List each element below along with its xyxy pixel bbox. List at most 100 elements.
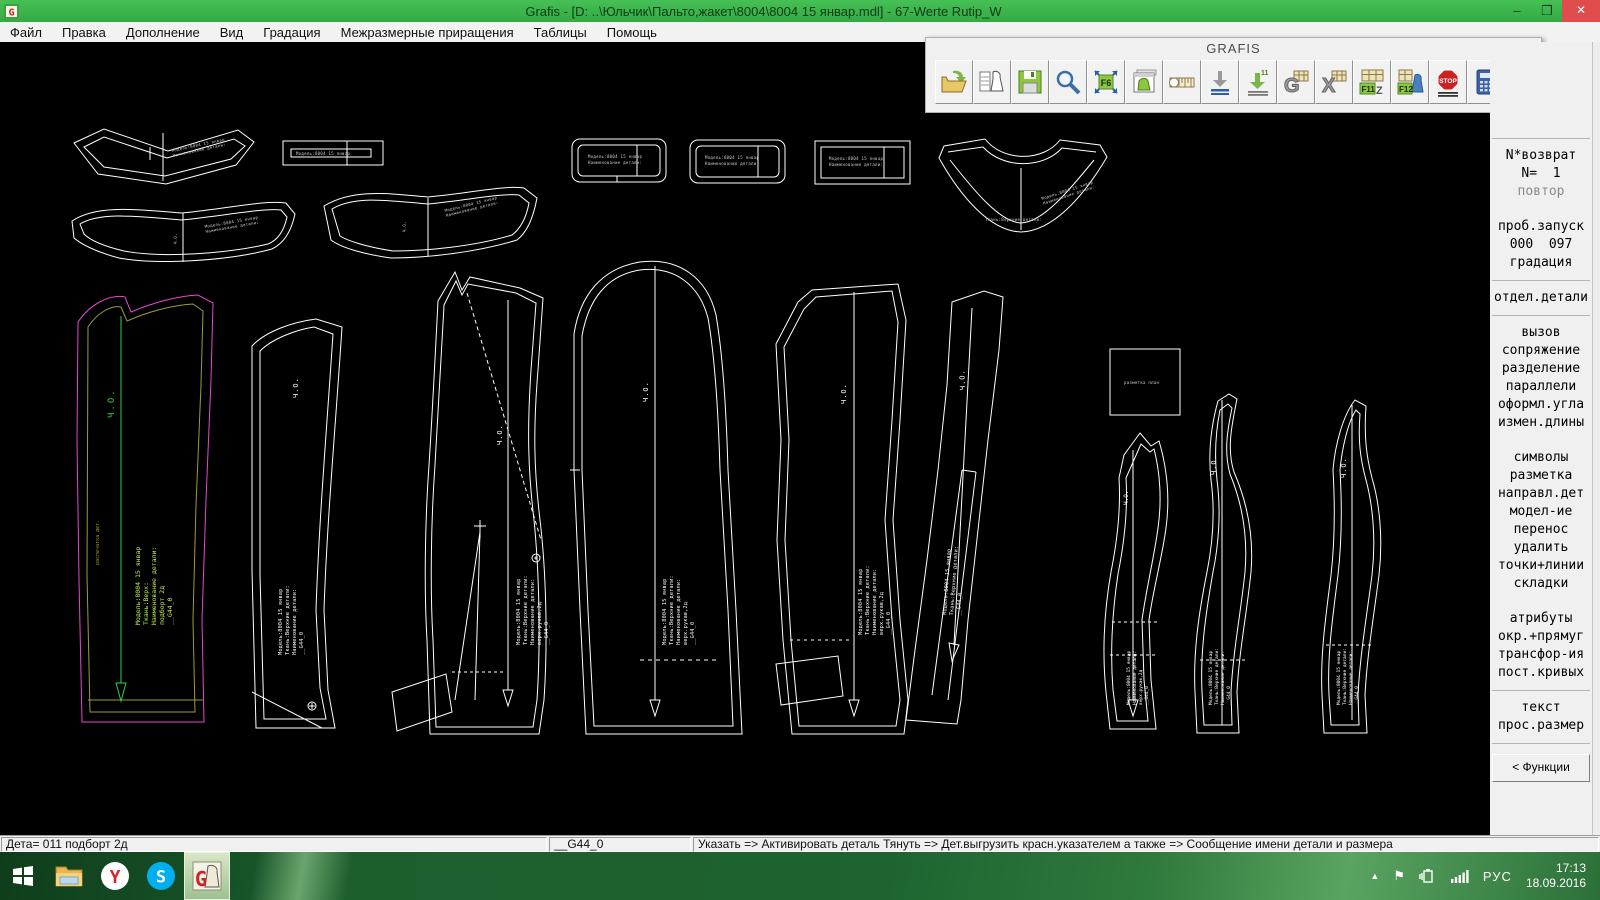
- sidebar-item-parallels[interactable]: параллели: [1490, 378, 1592, 396]
- taskbar-skype-button[interactable]: S: [138, 852, 184, 900]
- menu-intersize[interactable]: Межразмерные приращения: [331, 25, 524, 40]
- svg-text:__G44_0: __G44_0: [1354, 686, 1360, 705]
- pattern-canvas[interactable]: Модель:8004 15 январ Наименование детали…: [0, 42, 1490, 835]
- svg-text:__G44_0: __G44_0: [1144, 686, 1150, 705]
- skype-icon: S: [147, 862, 175, 890]
- zoom-button[interactable]: [1049, 60, 1087, 104]
- sidebar-item-return[interactable]: N*возврат: [1490, 147, 1592, 165]
- clock[interactable]: 17:13 18.09.2016: [1526, 861, 1586, 891]
- f6-fit-button[interactable]: F6: [1087, 60, 1125, 104]
- svg-text:F12: F12: [1399, 85, 1413, 94]
- pattern-piece-waistband-left[interactable]: Модель:8004 15 январ Наименование детали…: [71, 201, 296, 262]
- pattern-piece-note-square[interactable]: разметка план: [1109, 348, 1181, 416]
- open-button[interactable]: [935, 60, 973, 104]
- svg-text:Модель:8004 15 январ: Модель:8004 15 январ: [134, 547, 142, 625]
- sidebar-item-repeat[interactable]: повтор: [1490, 183, 1592, 201]
- svg-text:верх.рукав,2д: верх.рукав,2д: [879, 592, 885, 635]
- sidebar-scrollbar[interactable]: [1592, 42, 1600, 835]
- menu-addon[interactable]: Дополнение: [116, 25, 210, 40]
- g-table-button[interactable]: G: [1277, 60, 1315, 104]
- language-indicator[interactable]: РУС: [1483, 869, 1512, 884]
- save-button[interactable]: [1011, 60, 1049, 104]
- pattern-piece-side-panel-3[interactable]: Ч.О. Модель:8004 15 январ Ткань:Верхние …: [1194, 393, 1253, 734]
- sidebar-item-curve-construction[interactable]: пост.кривых: [1490, 664, 1592, 682]
- f12-piece-icon: F12: [1397, 69, 1424, 95]
- start-button[interactable]: [0, 852, 46, 900]
- sidebar-item-grading[interactable]: градация: [1490, 254, 1592, 272]
- menu-grading[interactable]: Градация: [253, 25, 330, 40]
- pattern-piece-slot-band[interactable]: Модель:8004 15 январ: [282, 140, 384, 166]
- stop-button[interactable]: STOP: [1429, 60, 1467, 104]
- taskbar-grafis-button[interactable]: G: [184, 852, 230, 900]
- svg-text:Ч.О.: Ч.О.: [173, 233, 178, 244]
- piece-info-button[interactable]: [973, 60, 1011, 104]
- pattern-piece-side-panel-4[interactable]: Ч.О. Модель:8004 15 январ Ткань:Верхние …: [1321, 399, 1382, 734]
- functions-button[interactable]: < Функции: [1492, 754, 1590, 782]
- sidebar-item-pleats[interactable]: складки: [1490, 575, 1592, 593]
- pattern-piece-front-lapel[interactable]: Ч.О. Модель:8004 15 январ Ткань:Верхние …: [391, 270, 550, 735]
- sidebar-item-measure-view[interactable]: прос.размер: [1490, 717, 1592, 735]
- svg-text:Модель:8004 15 январ: Модель:8004 15 январ: [588, 154, 642, 159]
- taskbar-yandex-button[interactable]: Y: [92, 852, 138, 900]
- sidebar-item-attributes[interactable]: атрибуты: [1490, 610, 1592, 628]
- menu-view[interactable]: Вид: [210, 25, 254, 40]
- restore-button[interactable]: ❐: [1532, 0, 1562, 22]
- network-signal-icon[interactable]: [1450, 869, 1469, 883]
- measure-tape-button[interactable]: [1163, 60, 1201, 104]
- svg-text:Модель:8004 15 январ: Модель:8004 15 январ: [1208, 651, 1214, 705]
- pattern-piece-active-facing[interactable]: Ч.О. распечатка дет. Модель:8004 15 янва…: [76, 294, 214, 723]
- minimize-button[interactable]: –: [1502, 0, 1532, 22]
- load-piece-button[interactable]: [1201, 60, 1239, 104]
- svg-text:Ткань:Верхние детали:: Ткань:Верхние детали:: [865, 565, 871, 635]
- f12-piece-button[interactable]: F12: [1391, 60, 1429, 104]
- close-button[interactable]: ✕: [1562, 0, 1600, 22]
- sidebar-item-sizes[interactable]: 000 097: [1490, 236, 1592, 254]
- menu-edit[interactable]: Правка: [52, 25, 116, 40]
- load-grade-button[interactable]: 11: [1239, 60, 1277, 104]
- action-center-flag-icon[interactable]: ⚑: [1393, 868, 1405, 884]
- f11-z-table-button[interactable]: F11 Z: [1353, 60, 1391, 104]
- sidebar-item-divide[interactable]: разделение: [1490, 360, 1592, 378]
- g-table-icon: G: [1284, 70, 1309, 97]
- sidebar-item-marking[interactable]: разметка: [1490, 467, 1592, 485]
- sidebar-item-transformation[interactable]: трансфор-ия: [1490, 646, 1592, 664]
- pattern-piece-welt[interactable]: Модель:8004 15 январ Наименование детали…: [814, 140, 911, 185]
- sidebar-item-detach-piece[interactable]: отдел.детали: [1490, 289, 1592, 307]
- tray-overflow-icon[interactable]: ▲: [1370, 871, 1379, 881]
- sidebar-item-n-count[interactable]: N= 1: [1490, 165, 1592, 183]
- sidebar-item-text[interactable]: текст: [1490, 699, 1592, 717]
- pattern-piece-side-panel-1[interactable]: Ч.О. Модель:8004 15 январ Ткань:Верхние …: [251, 318, 343, 729]
- sidebar-item-piece-direction[interactable]: направл.дет: [1490, 485, 1592, 503]
- sidebar-item-symbols[interactable]: символы: [1490, 449, 1592, 467]
- pattern-piece-pocket-flap-2[interactable]: Модель:8004 15 январ Наименование детали…: [689, 139, 786, 184]
- pattern-piece-pocket-flap-1[interactable]: Модель:8004 15 январ Наименование детали…: [571, 138, 667, 183]
- menu-file[interactable]: Файл: [0, 25, 52, 40]
- tray-time: 17:13: [1555, 861, 1586, 875]
- pattern-piece-collar-band-1[interactable]: Модель:8004 15 январ Наименование детали…: [73, 128, 255, 185]
- sidebar-item-corner[interactable]: оформл.угла: [1490, 396, 1592, 414]
- sidebar-item-circle-rect[interactable]: окр.+прямуг: [1490, 628, 1592, 646]
- pattern-piece-side-panel-2[interactable]: Ч.О. Модель:8004 15 январ Наименование д…: [1103, 432, 1169, 730]
- sidebar-item-join[interactable]: сопряжение: [1490, 342, 1592, 360]
- menu-tables[interactable]: Таблицы: [524, 25, 597, 40]
- sidebar-item-test-run[interactable]: проб.запуск: [1490, 218, 1592, 236]
- windows-logo-icon: [13, 866, 33, 886]
- sidebar-item-transfer[interactable]: перенос: [1490, 521, 1592, 539]
- power-icon[interactable]: [1419, 869, 1437, 883]
- sidebar-item-call[interactable]: вызов: [1490, 324, 1592, 342]
- svg-text:Ткань:Верхние детали:: Ткань:Верхние детали:: [523, 575, 529, 645]
- x-table-button[interactable]: X: [1315, 60, 1353, 104]
- sidebar-item-delete[interactable]: удалить: [1490, 539, 1592, 557]
- copy-piece-button[interactable]: [1125, 60, 1163, 104]
- taskbar-explorer-button[interactable]: [46, 852, 92, 900]
- pattern-piece-sleeve[interactable]: Ч.О. Модель:8004 15 январ Ткань:Верхние …: [570, 260, 743, 735]
- pattern-piece-slit-panel[interactable]: Ч.О. Модель:8004 15 январ Ткань:Верхние …: [905, 290, 1004, 725]
- menu-help[interactable]: Помощь: [597, 25, 667, 40]
- pattern-piece-front-2[interactable]: Ч.О. Модель:8004 15 январ Ткань:Верхние …: [775, 283, 909, 735]
- sidebar-item-points-lines[interactable]: точки+линии: [1490, 557, 1592, 575]
- pattern-piece-waistband-right[interactable]: Модель:8004 15 январ Наименование детали…: [323, 186, 538, 259]
- svg-text:Ч.О.: Ч.О.: [402, 221, 407, 232]
- sidebar-item-modelling[interactable]: модел-ие: [1490, 503, 1592, 521]
- sidebar-item-length-change[interactable]: измен.длины: [1490, 414, 1592, 432]
- pattern-piece-collar[interactable]: Модель:8004 15 январ Наименование детали…: [938, 138, 1108, 233]
